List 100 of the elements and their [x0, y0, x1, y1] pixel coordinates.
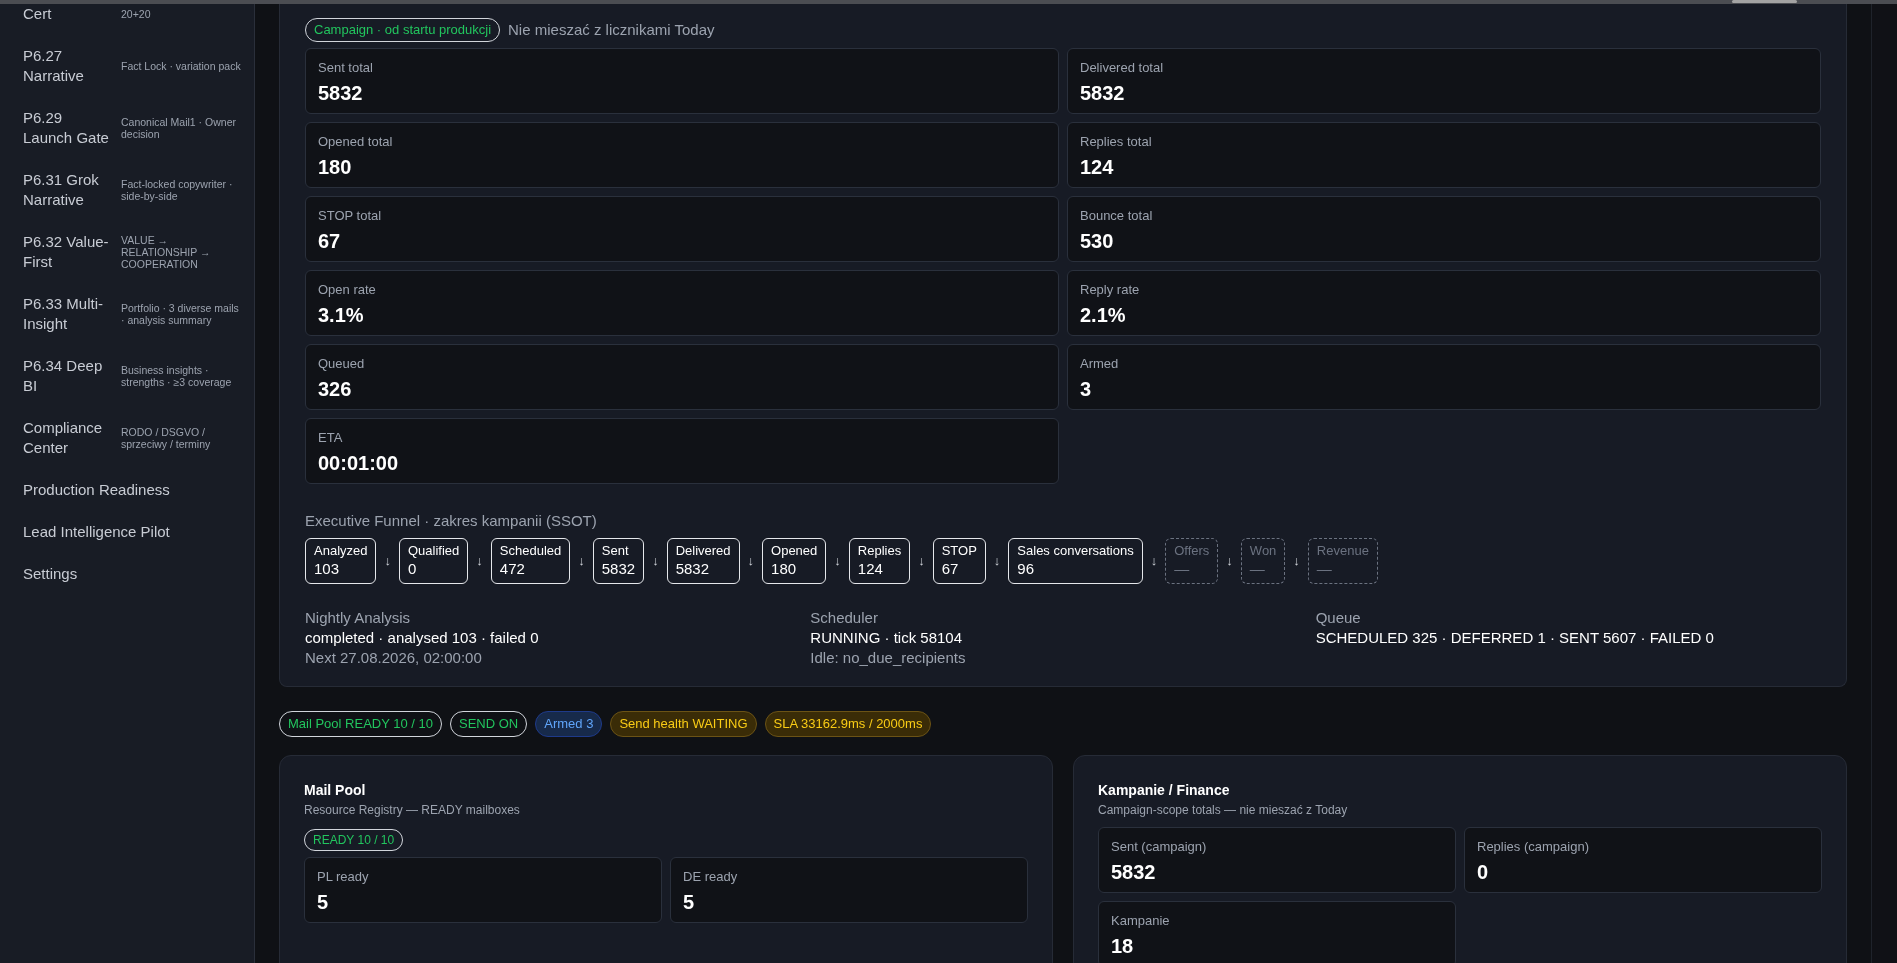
metric-label: Queued — [318, 354, 366, 373]
metric-label: Reply rate — [1080, 280, 1141, 299]
funnel-step-label: Replies — [857, 542, 902, 559]
metric-label: PL ready — [317, 867, 370, 886]
sidebar-item-label[interactable]: Production Readiness — [23, 480, 170, 500]
sidebar-item[interactable]: P6.27 Narrative Fact Lock · variation pack — [23, 46, 242, 86]
sidebar-item-description: RODO / DSGVO / sprzeciwy / terminy — [121, 426, 212, 450]
funnel-step-label: Sales conversations — [1017, 542, 1134, 559]
metric-label: DE ready — [683, 867, 739, 886]
metric-value: 3.1% — [318, 303, 365, 327]
sidebar-item-description: Canonical Mail1 · Owner decision — [121, 116, 237, 140]
sidebar-item[interactable]: Production Readiness — [23, 480, 242, 500]
status-detail: Next 27.08.2026, 02:00:00 — [305, 648, 483, 668]
status-detail: Idle: no_due_recipients — [810, 648, 967, 668]
sidebar-item-description: Fact Lock · variation pack — [121, 60, 242, 72]
sidebar-item-description: Fact-locked copywriter · side-by-side — [121, 178, 234, 202]
sidebar-item[interactable]: Cert 20+20 — [23, 4, 242, 24]
metric-value: 18 — [1111, 934, 1135, 958]
sidebar-item-label[interactable]: P6.32 Value-First — [23, 232, 113, 272]
sidebar-item-label[interactable]: P6.31 Grok Narrative — [23, 170, 113, 210]
sidebar-item[interactable]: P6.29 Launch Gate Canonical Mail1 · Owner decision — [23, 108, 242, 148]
status-title: Nightly Analysis — [305, 608, 412, 628]
sidebar-item[interactable]: P6.34 Deep BI Business insights · strengths · ≥3 coverage — [23, 356, 242, 396]
sidebar-item-label[interactable]: Cert — [23, 4, 113, 24]
metric-value: 5832 — [1080, 81, 1126, 105]
metric-value: 5 — [683, 890, 696, 914]
status-value: RUNNING · tick 58104 — [810, 628, 964, 648]
panel-title: Kampanie / Finance — [1098, 780, 1231, 800]
sidebar-item-label[interactable]: Settings — [23, 564, 78, 584]
metric-label: Replies total — [1080, 132, 1153, 151]
metric-label: STOP total — [318, 206, 383, 225]
arrow-down-icon: ↓ — [1150, 551, 1158, 571]
funnel-step-value: — — [1174, 559, 1191, 578]
metric-label: Opened total — [318, 132, 394, 151]
arrow-down-icon: ↓ — [918, 551, 925, 571]
scrollbar-thumb[interactable] — [1732, 0, 1797, 3]
sidebar-item[interactable]: P6.31 Grok Narrative Fact-locked copywriter · side-by-side — [23, 170, 242, 210]
metric-value: 2.1% — [1080, 303, 1127, 327]
metric-value: 124 — [1080, 155, 1115, 179]
arrow-down-icon: ↓ — [834, 551, 841, 571]
status-badge: Armed 3 — [535, 711, 603, 737]
sidebar-item-label[interactable]: P6.27 Narrative — [23, 46, 113, 86]
funnel-step-value: — — [1316, 559, 1333, 578]
metric-label: Delivered total — [1080, 58, 1165, 77]
funnel-step-label: Delivered — [675, 542, 731, 559]
metric-value: 5 — [317, 890, 330, 914]
funnel-step-label: Qualified — [408, 542, 460, 559]
metric-label: Kampanie — [1111, 911, 1171, 930]
funnel-title: Executive Funnel · zakres kampanii (SSOT) — [305, 510, 598, 531]
metric-label: Sent (campaign) — [1111, 837, 1208, 856]
arrow-down-icon: ↓ — [476, 551, 483, 571]
funnel-step-label: Won — [1249, 542, 1277, 559]
status-badge: SLA 33162.9ms / 2000ms — [764, 711, 932, 737]
metric-label: Armed — [1080, 354, 1120, 373]
funnel-step-value: 96 — [1017, 559, 1036, 578]
arrow-down-icon: ↓ — [993, 551, 1001, 571]
status-title: Queue — [1315, 608, 1362, 628]
arrow-down-icon: ↓ — [1226, 551, 1233, 571]
sidebar-item-label[interactable]: P6.29 Launch Gate — [23, 108, 113, 148]
funnel-step-label: Analyzed — [314, 542, 368, 559]
metric-label: Replies (campaign) — [1477, 837, 1590, 856]
sidebar-item-description: VALUE → RELATIONSHIP → COOPERATION — [121, 234, 212, 270]
sidebar-item-label[interactable]: Lead Intelligence Pilot — [23, 522, 170, 542]
status-title: Scheduler — [810, 608, 879, 628]
sidebar-item[interactable]: Lead Intelligence Pilot — [23, 522, 242, 542]
sidebar-item[interactable]: P6.33 Multi-Insight Portfolio · 3 diverse mails · analysis summary — [23, 294, 242, 334]
metric-value: 0 — [1477, 860, 1490, 884]
funnel-step-label: Offers — [1174, 542, 1210, 559]
metric-label: Bounce total — [1080, 206, 1154, 225]
panel-title: Mail Pool — [304, 780, 367, 800]
funnel-step-value: 472 — [499, 559, 526, 578]
sidebar-item-label[interactable]: P6.33 Multi-Insight — [23, 294, 113, 334]
metric-value: 3 — [1080, 377, 1093, 401]
status-value: completed · analysed 103 · failed 0 — [305, 628, 540, 648]
sidebar-item-description: Portfolio · 3 diverse mails · analysis summary — [121, 302, 240, 326]
sidebar-item-description: Business insights · strengths · ≥3 coverage — [121, 364, 233, 388]
panel-subtitle: Resource Registry — READY mailboxes — [304, 801, 521, 819]
metric-value: 326 — [318, 377, 353, 401]
sidebar-item[interactable]: Compliance Center RODO / DSGVO / sprzeciwy / terminy — [23, 418, 242, 458]
funnel-step-value: 5832 — [675, 559, 710, 578]
sidebar-item[interactable]: Settings — [23, 564, 242, 584]
funnel-step-label: Scheduled — [499, 542, 562, 559]
sidebar-item-label[interactable]: P6.34 Deep BI — [23, 356, 113, 396]
arrow-down-icon: ↓ — [1293, 551, 1300, 571]
sidebar-item-description: 20+20 — [121, 8, 152, 20]
funnel-step-value: — — [1249, 559, 1266, 578]
metric-value: 180 — [318, 155, 353, 179]
metric-label: ETA — [318, 428, 344, 447]
funnel-step-label: Revenue — [1316, 542, 1369, 559]
funnel-step-value: 5832 — [601, 559, 636, 578]
funnel-step-label: STOP — [941, 542, 977, 559]
funnel-step-value: 103 — [314, 559, 341, 578]
metric-value: 67 — [318, 229, 342, 253]
arrow-down-icon: ↓ — [578, 551, 585, 571]
sidebar-item-label[interactable]: Compliance Center — [23, 418, 113, 458]
metric-label: Open rate — [318, 280, 377, 299]
funnel-step-label: Sent — [601, 542, 630, 559]
metric-label: Sent total — [318, 58, 374, 77]
funnel-step-value: 0 — [408, 559, 418, 578]
funnel-step-value: 124 — [857, 559, 884, 578]
